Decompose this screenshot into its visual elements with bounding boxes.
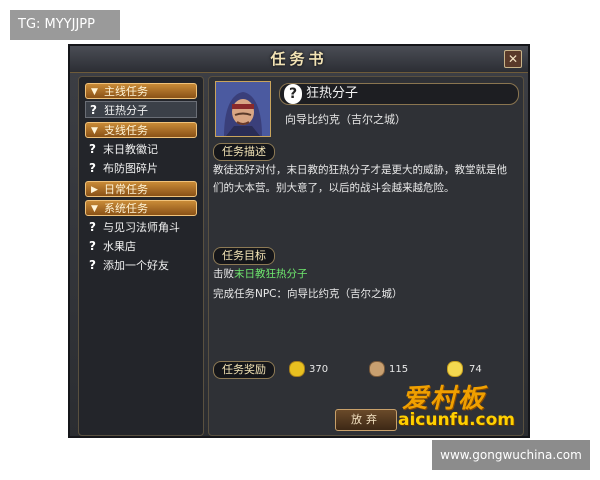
quest-item-fruit-shop[interactable]: ? 水果店 bbox=[85, 238, 197, 255]
triangle-down-icon: ▼ bbox=[91, 126, 98, 136]
quest-giver: 向导比约克（吉尔之城） bbox=[285, 113, 406, 126]
window-title: 任务书 bbox=[270, 50, 328, 68]
close-button[interactable]: ✕ bbox=[504, 50, 522, 68]
category-main-quests[interactable]: ▼ 主线任务 bbox=[85, 83, 197, 99]
quest-item-duel-apprentice[interactable]: ? 与见习法师角斗 bbox=[85, 219, 197, 236]
question-mark-icon: ? bbox=[89, 161, 96, 175]
title-bar: 任务书 ✕ bbox=[70, 46, 528, 73]
category-label: 支线任务 bbox=[104, 124, 148, 137]
category-daily-quests[interactable]: ▶ 日常任务 bbox=[85, 181, 197, 197]
abandon-button[interactable]: 放弃 bbox=[335, 409, 397, 431]
description-header: 任务描述 bbox=[213, 143, 275, 161]
question-mark-icon: ? bbox=[89, 142, 96, 156]
quest-label: 添加一个好友 bbox=[103, 259, 169, 272]
category-label: 日常任务 bbox=[104, 183, 148, 196]
triangle-right-icon: ▶ bbox=[91, 185, 98, 195]
quest-name: 狂热分子 bbox=[306, 86, 359, 101]
quest-goal: 击败末日教狂热分子 bbox=[213, 265, 513, 283]
quest-description: 教徒还好对付，末日教的狂热分子才是更大的威胁，教堂就是他们的大本营。别大意了，以… bbox=[213, 164, 507, 194]
sun-icon bbox=[447, 361, 463, 377]
reward-gold: 370 bbox=[309, 364, 329, 375]
gold-coin-icon bbox=[289, 361, 305, 377]
triangle-down-icon: ▼ bbox=[91, 204, 98, 214]
goal-completion-npc: 完成任务NPC：向导比约克（吉尔之城） bbox=[213, 288, 403, 300]
quest-label: 布防图碎片 bbox=[103, 162, 158, 175]
quest-item-doomsday-emblem[interactable]: ? 末日教徽记 bbox=[85, 141, 197, 158]
close-icon: ✕ bbox=[507, 52, 519, 66]
quest-label: 狂热分子 bbox=[104, 104, 148, 117]
question-mark-icon: ? bbox=[89, 220, 96, 234]
triangle-down-icon: ▼ bbox=[91, 87, 98, 97]
quest-name-bar: ? 狂热分子 bbox=[279, 83, 519, 105]
npc-portrait bbox=[215, 81, 271, 137]
watermark-tag: TG: MYYJJPP bbox=[10, 10, 120, 40]
site-logo-watermark: 爱村板 aicunfu.com bbox=[398, 378, 515, 434]
reward-exp: 115 bbox=[389, 364, 409, 375]
npc-portrait-image bbox=[216, 82, 270, 136]
quest-item-defense-map[interactable]: ? 布防图碎片 bbox=[85, 160, 197, 177]
question-mark-icon: ? bbox=[89, 258, 96, 272]
goal-target-link[interactable]: 末日教狂热分子 bbox=[234, 268, 308, 280]
question-mark-icon: ? bbox=[284, 84, 302, 104]
quest-label: 水果店 bbox=[103, 240, 136, 253]
quest-item-fanatic[interactable]: ? 狂热分子 bbox=[85, 101, 197, 118]
quest-label: 与见习法师角斗 bbox=[103, 221, 180, 234]
category-system-quests[interactable]: ▼ 系统任务 bbox=[85, 200, 197, 216]
question-mark-icon: ? bbox=[90, 103, 97, 117]
logo-english-text: aicunfu.com bbox=[398, 410, 516, 430]
goal-prefix: 击败 bbox=[213, 268, 234, 280]
quest-label: 末日教徽记 bbox=[103, 143, 158, 156]
quest-item-add-friend[interactable]: ? 添加一个好友 bbox=[85, 257, 197, 274]
experience-swirl-icon bbox=[369, 361, 385, 377]
question-mark-icon: ? bbox=[89, 239, 96, 253]
category-label: 主线任务 bbox=[104, 85, 148, 98]
watermark-site: www.gongwuchina.com bbox=[432, 440, 590, 470]
category-label: 系统任务 bbox=[104, 202, 148, 215]
reward-header: 任务奖励 bbox=[213, 361, 275, 379]
reward-other: 74 bbox=[469, 364, 482, 375]
quest-list-sidebar: ▼ 主线任务 ? 狂热分子 ▼ 支线任务 ? 末日教徽记 ? 布防图碎片 ▶ 日… bbox=[78, 76, 204, 436]
category-side-quests[interactable]: ▼ 支线任务 bbox=[85, 122, 197, 138]
goal-header: 任务目标 bbox=[213, 247, 275, 265]
